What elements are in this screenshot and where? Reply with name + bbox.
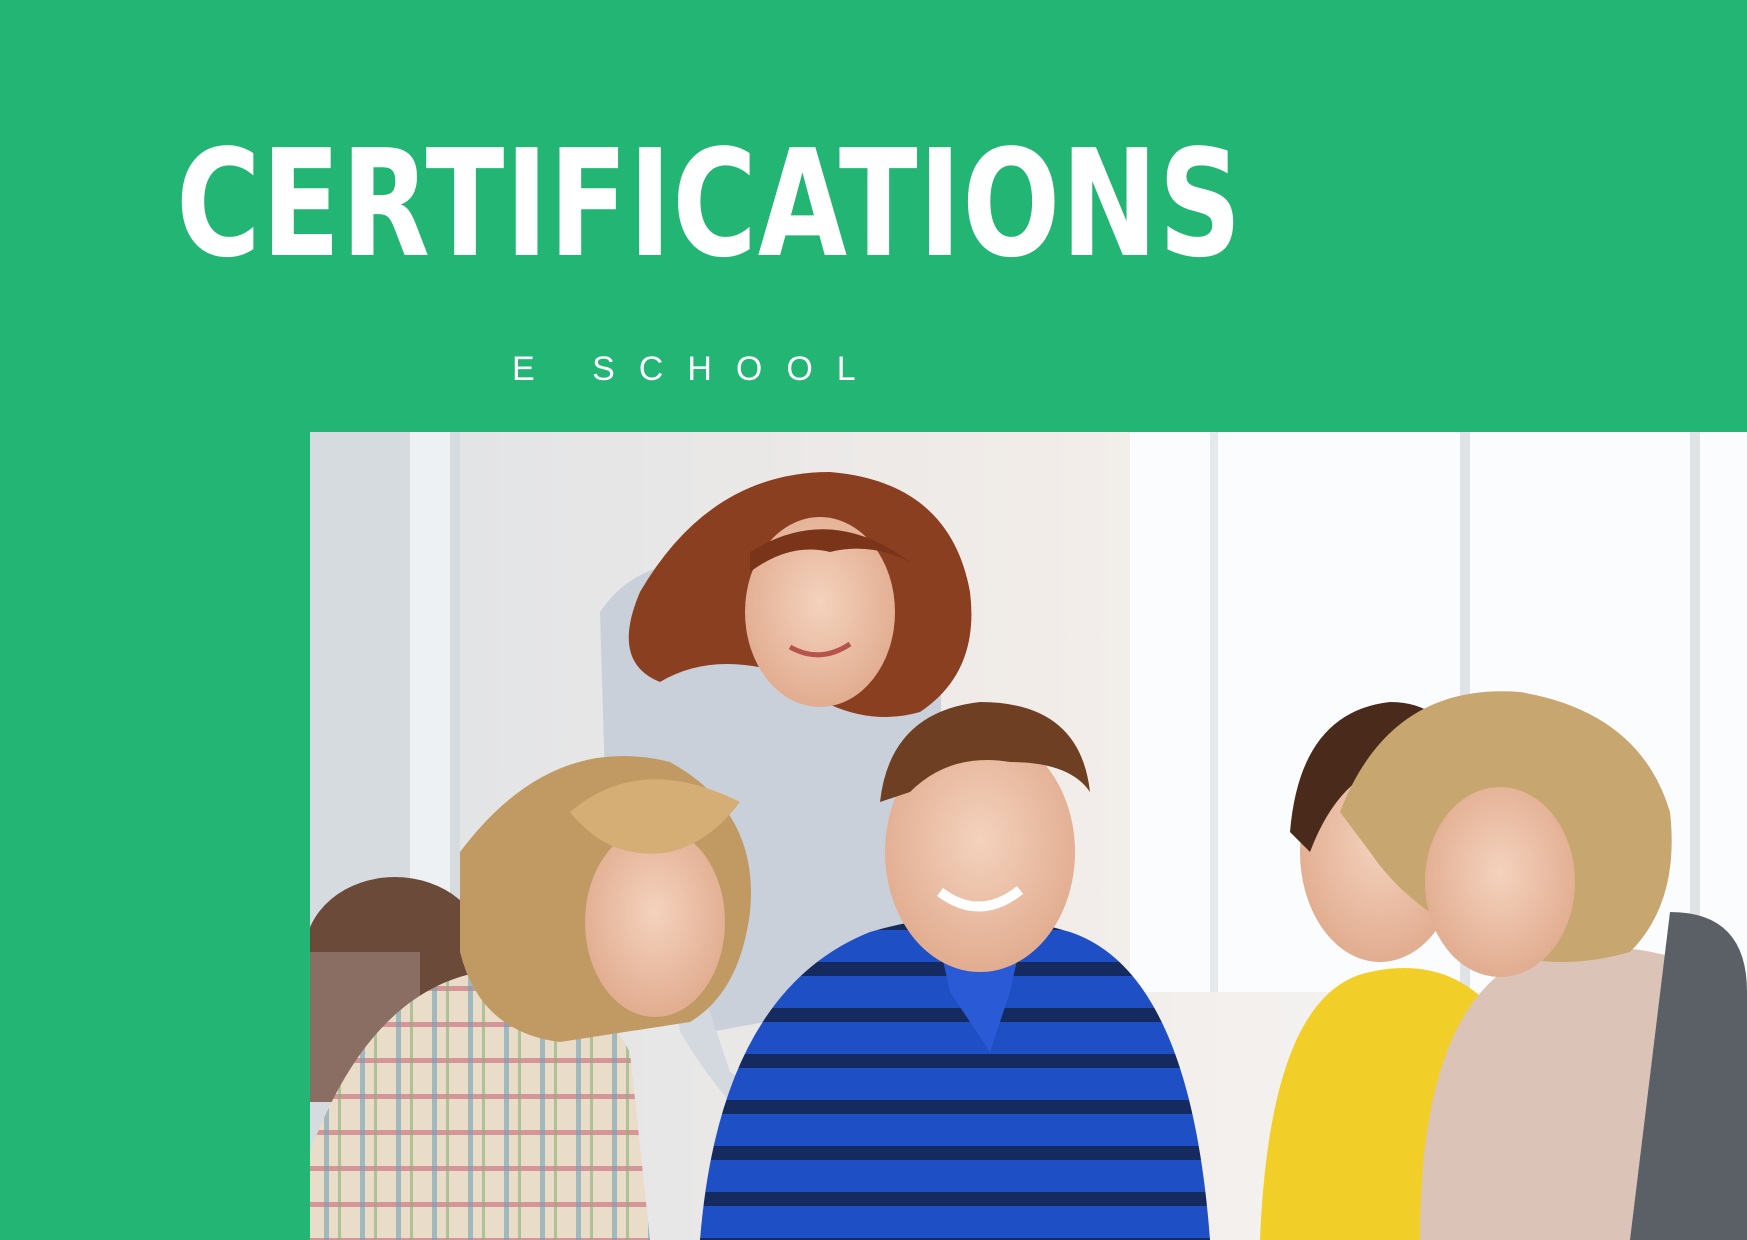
classroom-photo-illustration (310, 432, 1747, 1240)
classroom-photo (310, 432, 1747, 1240)
page-subtitle: E SCHOOL (512, 350, 880, 388)
page-title: CERTIFICATIONS (176, 118, 1243, 290)
